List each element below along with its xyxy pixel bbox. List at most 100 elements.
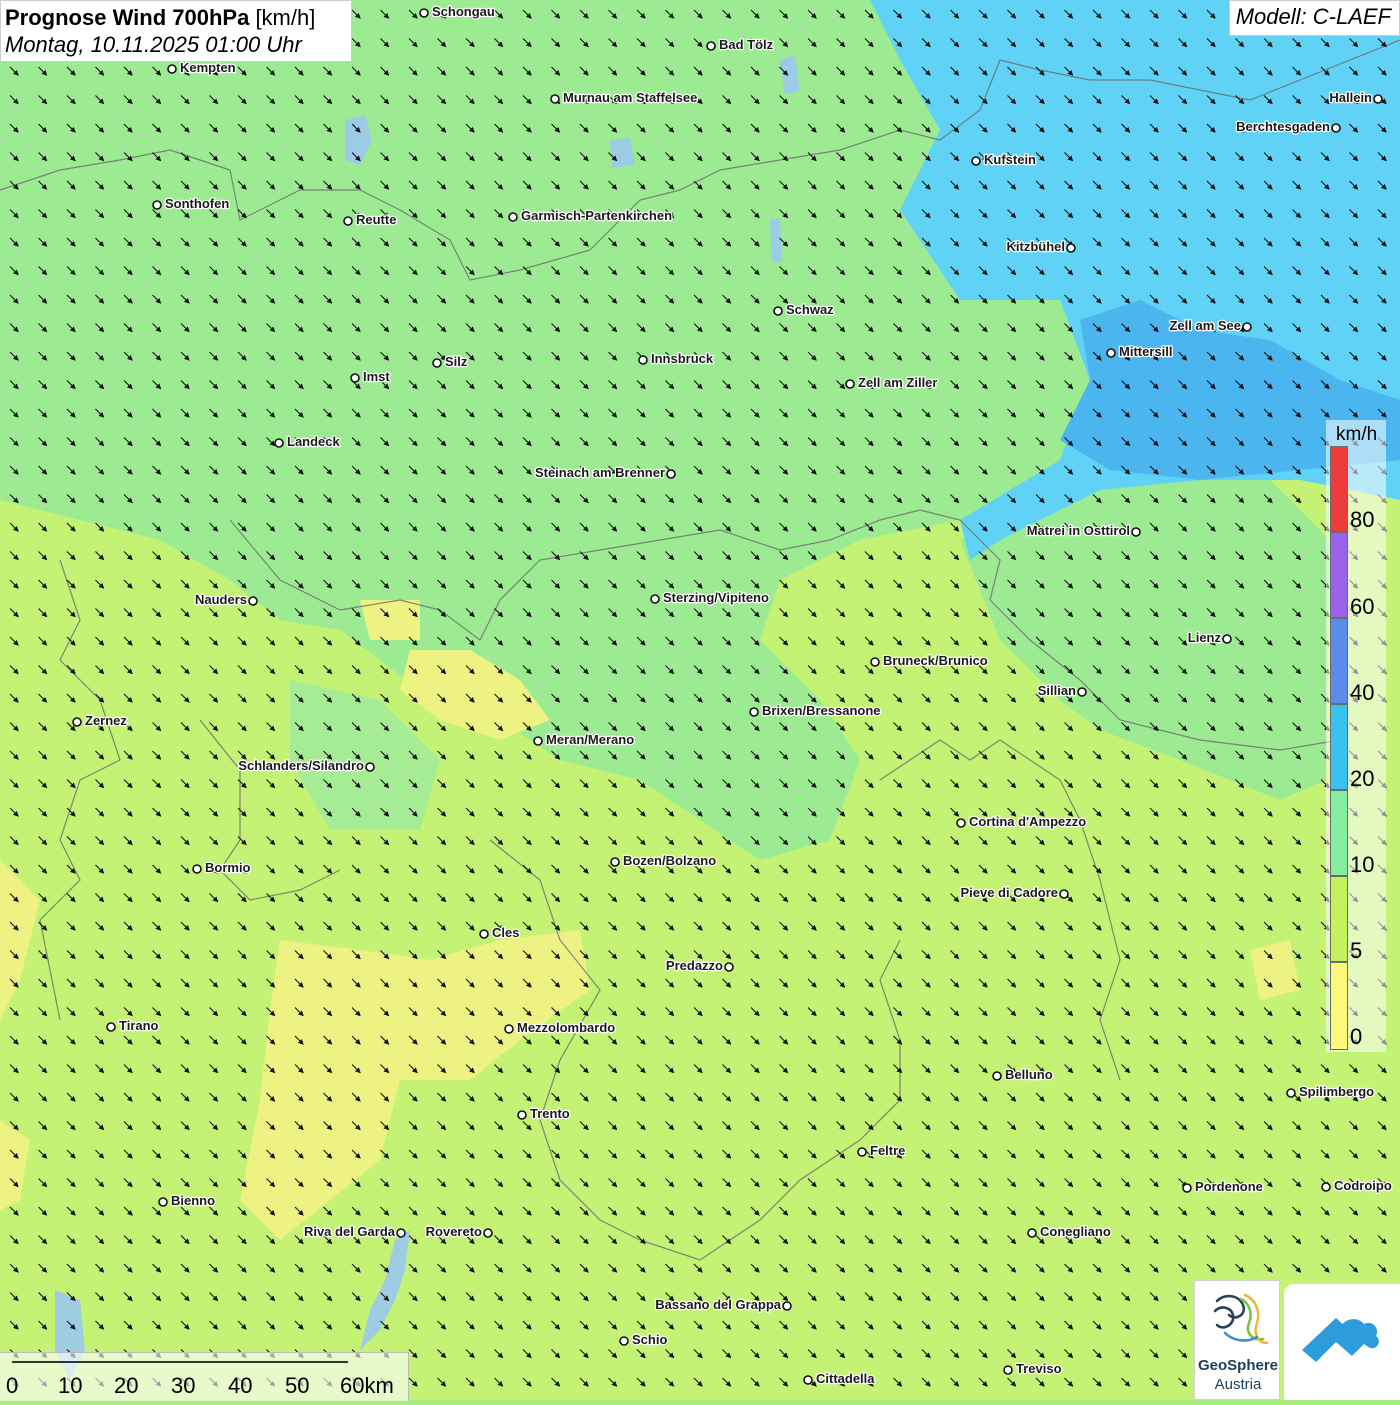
city-label: Cortina d'Ampezzo (969, 814, 1086, 829)
city-label: Conegliano (1040, 1224, 1111, 1239)
mountain-cloud-icon (1302, 1318, 1379, 1362)
legend-swatch-40-60 (1330, 618, 1348, 704)
city-dot (1373, 94, 1383, 104)
city-label: Matrei in Osttirol (1027, 523, 1130, 538)
city-marker: Zell am Ziller (845, 374, 939, 391)
geosphere-logo-icon (1213, 1293, 1269, 1345)
city-dot (956, 818, 966, 828)
city-marker: Matrei in Osttirol (1025, 522, 1141, 539)
geosphere-austria-logo[interactable]: GeoSphere Austria (1194, 1280, 1280, 1400)
legend-tick-60: 60 (1350, 594, 1375, 619)
city-label: Berchtesgaden (1236, 119, 1330, 134)
wind-zone-0-5 (360, 600, 420, 640)
city-dot (419, 8, 429, 18)
city-dot (619, 1336, 629, 1346)
legend-tick-10: 10 (1350, 852, 1375, 877)
wind-forecast-map: Schongau Bad Tölz Kempten Murnau am Staffel… (0, 0, 1400, 1400)
city-label: Riva del Garda (304, 1224, 396, 1239)
city-dot (666, 469, 676, 479)
city-marker: Brixen/Bressanone (749, 702, 882, 719)
city-label: Schongau (432, 4, 495, 19)
city-dot (550, 94, 560, 104)
city-label: Murnau am Staffelsee (563, 90, 697, 105)
city-marker: Meran/Merano (533, 731, 635, 748)
city-marker: Murnau am Staffelsee (550, 89, 699, 106)
city-dot (638, 355, 648, 365)
city-marker: Innsbruck (638, 350, 715, 367)
city-marker: Conegliano (1027, 1223, 1112, 1240)
city-dot (1331, 123, 1341, 133)
city-label: Schio (632, 1332, 667, 1347)
city-dot (152, 200, 162, 210)
city-label: Belluno (1005, 1067, 1053, 1082)
scale-label-40: 40 (228, 1373, 253, 1398)
city-dot (1321, 1182, 1331, 1192)
city-dot (870, 657, 880, 667)
color-legend: km/h 80 60 40 20 10 5 0 (1326, 420, 1386, 1052)
city-label: Meran/Merano (546, 732, 634, 747)
city-label: Codroipo (1334, 1178, 1392, 1193)
city-dot (706, 41, 716, 51)
map-title: Prognose Wind 700hPa [km/h] (5, 5, 347, 31)
city-dot (650, 594, 660, 604)
scale-label-20: 20 (114, 1373, 139, 1398)
title-box: Prognose Wind 700hPa [km/h] Montag, 10.1… (0, 0, 352, 62)
city-label: Nauders (195, 592, 247, 607)
city-label: Sterzing/Vipiteno (663, 590, 769, 605)
scale-label-50: 50 (285, 1373, 310, 1398)
city-label: Pordenone (1195, 1179, 1263, 1194)
city-label: Reutte (356, 212, 396, 227)
city-dot (992, 1071, 1002, 1081)
legend-swatch-20-40 (1330, 704, 1348, 790)
city-dot (192, 864, 202, 874)
city-marker: Sterzing/Vipiteno (650, 589, 770, 606)
city-dot (803, 1375, 813, 1385)
legend-tick-0: 0 (1350, 1024, 1363, 1049)
city-label: Bassano del Grappa (655, 1297, 781, 1312)
model-label: Modell: C-LAEF (1228, 0, 1400, 36)
city-label: Bad Tölz (719, 37, 774, 52)
legend-tick-5: 5 (1350, 938, 1363, 963)
city-dot (971, 156, 981, 166)
city-dot (1106, 348, 1116, 358)
city-label: Treviso (1016, 1361, 1062, 1376)
city-dot (365, 762, 375, 772)
city-dot (72, 717, 82, 727)
legend-swatch-0-5 (1330, 962, 1348, 1050)
weather-app-logo[interactable] (1284, 1284, 1400, 1400)
city-dot (845, 379, 855, 389)
city-label: Bozen/Bolzano (623, 853, 716, 868)
scale-label-10: 10 (58, 1373, 83, 1398)
city-dot (483, 1228, 493, 1238)
legend-tick-80: 80 (1350, 507, 1375, 532)
city-label: Steinach am Brenner (535, 465, 665, 480)
city-label: Imst (363, 369, 390, 384)
city-dot (1286, 1088, 1296, 1098)
geosphere-logo-subtext: Austria (1214, 1376, 1262, 1393)
city-dot (1003, 1365, 1013, 1375)
city-label: Zernez (85, 713, 127, 728)
city-label: Sillian (1038, 683, 1076, 698)
city-dot (1027, 1228, 1037, 1238)
legend-tick-40: 40 (1350, 680, 1375, 705)
city-label: Mittersill (1119, 344, 1172, 359)
city-marker: Cortina d'Ampezzo (956, 813, 1088, 830)
city-marker: Mezzolombardo (504, 1019, 617, 1036)
city-dot (106, 1022, 116, 1032)
title-unit: [km/h] (255, 5, 316, 30)
city-marker: Predazzo (665, 957, 734, 974)
city-dot (1242, 322, 1252, 332)
city-dot (610, 857, 620, 867)
city-label: Schlanders/Silandro (238, 758, 364, 773)
legend-tick-20: 20 (1350, 766, 1375, 791)
city-label: Schwaz (786, 302, 834, 317)
city-marker: Sonthofen (152, 195, 231, 212)
city-dot (1066, 243, 1076, 253)
city-label: Zell am Ziller (858, 375, 937, 390)
city-dot (350, 373, 360, 383)
geosphere-logo-text: GeoSphere (1197, 1357, 1279, 1374)
city-label: Zell am See (1169, 318, 1241, 333)
city-marker: Steinach am Brenner (534, 464, 676, 481)
legend-unit: km/h (1336, 424, 1378, 445)
city-label: Feltre (870, 1143, 905, 1158)
